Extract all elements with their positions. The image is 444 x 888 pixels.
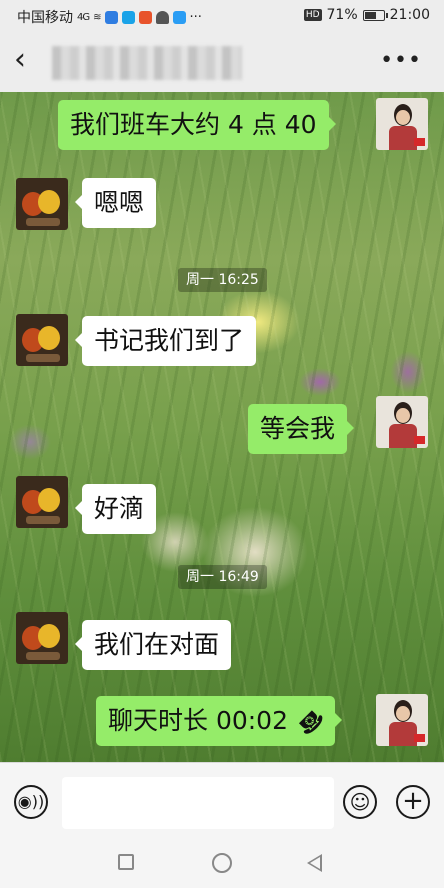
message-input[interactable] — [62, 777, 334, 829]
battery-icon — [362, 9, 388, 21]
back-icon[interactable]: ‹ — [14, 45, 44, 76]
call-duration-text: 聊天时长 00:02 — [108, 706, 288, 735]
back-nav-icon[interactable] — [307, 854, 322, 872]
app-notification-icon — [121, 10, 135, 24]
app-notification-icon — [172, 10, 186, 24]
phone-hangup-icon: ☎ — [291, 702, 329, 740]
message-bubble-incoming[interactable]: 好滴 — [74, 484, 157, 534]
signal-icon: 4G — [77, 11, 90, 23]
contact-avatar[interactable] — [16, 612, 68, 664]
timestamp: 周一 16:49 — [178, 565, 267, 589]
chat-header: ‹ ••• — [0, 32, 444, 92]
carrier-label: 中国移动 — [17, 10, 73, 26]
recent-apps-icon[interactable] — [118, 854, 134, 870]
chat-title-blurred — [52, 46, 242, 80]
my-avatar[interactable] — [376, 396, 428, 448]
contact-avatar[interactable] — [16, 178, 68, 230]
emoji-icon[interactable]: ☺ — [343, 785, 377, 819]
battery-percent: 71% — [326, 7, 358, 23]
home-icon[interactable] — [212, 853, 232, 873]
wifi-icon: ≋ — [93, 11, 101, 23]
more-notifications-icon: ··· — [189, 9, 202, 25]
status-bar: 中国移动 4G ≋ ··· HD 71% 21:00 — [0, 0, 444, 32]
clock: 21:00 — [389, 7, 430, 23]
app-notification-icon — [155, 10, 169, 24]
hd-icon: HD — [303, 9, 322, 21]
message-bubble-incoming[interactable]: 书记我们到了 — [74, 316, 257, 366]
system-nav-bar — [0, 842, 444, 888]
my-avatar[interactable] — [376, 98, 428, 150]
contact-avatar[interactable] — [16, 476, 68, 528]
message-bubble-outgoing[interactable]: 我们班车大约 4 点 40 — [58, 100, 336, 150]
my-avatar[interactable] — [376, 694, 428, 746]
message-bubble-incoming[interactable]: 我们在对面 — [74, 620, 232, 670]
app-notification-icon — [104, 10, 118, 24]
message-bubble-outgoing[interactable]: 等会我 — [248, 404, 355, 454]
contact-avatar[interactable] — [16, 314, 68, 366]
timestamp: 周一 16:25 — [178, 268, 267, 292]
app-notification-icon — [138, 10, 152, 24]
call-duration-bubble[interactable]: 聊天时长 00:02 ☎ — [96, 696, 343, 746]
message-bubble-incoming[interactable]: 嗯嗯 — [74, 178, 157, 228]
more-icon[interactable]: ••• — [380, 48, 422, 73]
chat-area[interactable]: 我们班车大约 4 点 40 嗯嗯 周一 16:25 书记我们到了 等会我 好滴 … — [0, 92, 444, 762]
plus-icon[interactable]: + — [396, 785, 430, 819]
input-bar: ◉)) ☺ + — [0, 762, 444, 843]
voice-icon[interactable]: ◉)) — [14, 785, 48, 819]
